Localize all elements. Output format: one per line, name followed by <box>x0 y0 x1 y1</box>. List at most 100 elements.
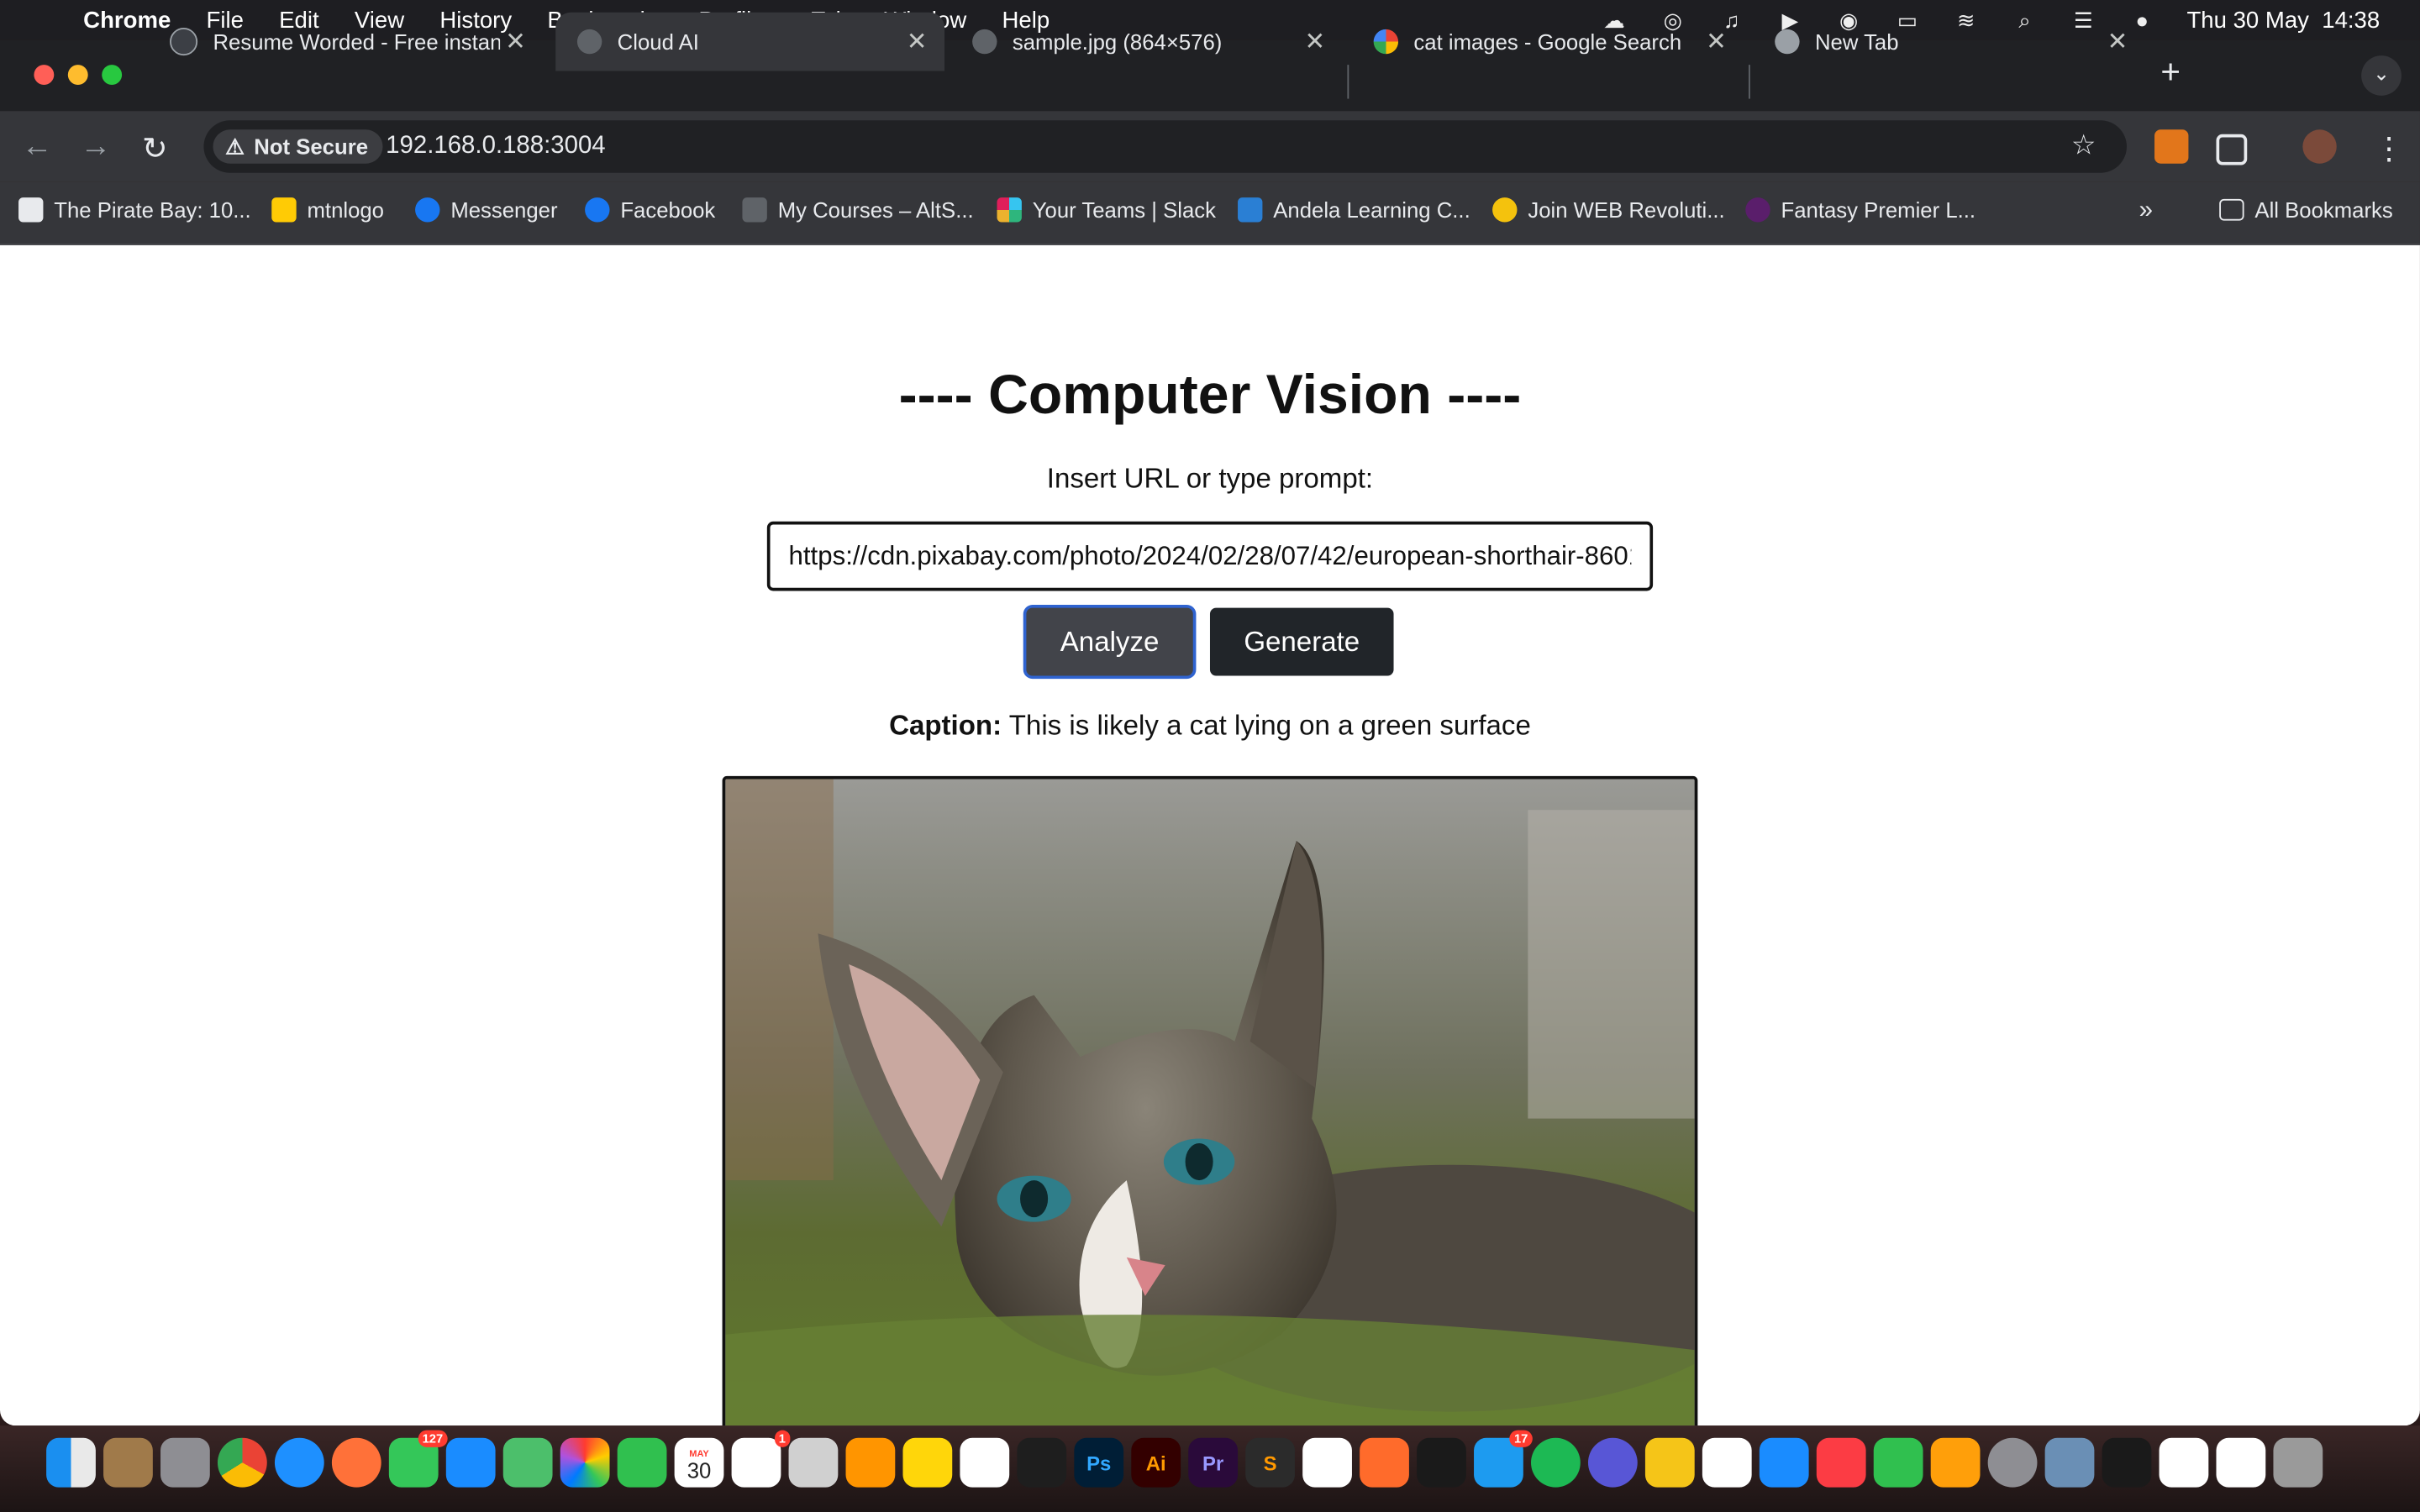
bookmark-label: Fantasy Premier L... <box>1781 197 1976 223</box>
pencil-app-icon[interactable] <box>1360 1437 1409 1488</box>
messages-icon[interactable]: 127 <box>388 1430 448 1488</box>
page-title: ---- Computer Vision ---- <box>898 362 1522 426</box>
contacts-icon[interactable] <box>103 1437 153 1488</box>
tab-resume-worded[interactable]: Resume Worded - Free instan ✕ <box>148 13 543 71</box>
back-arrow-icon[interactable]: ← <box>22 129 53 165</box>
bookmark-slack[interactable]: Your Teams | Slack <box>997 197 1216 223</box>
chrome-icon[interactable] <box>217 1437 267 1488</box>
freeform-icon[interactable] <box>960 1437 1010 1488</box>
new-tab-plus-icon[interactable]: + <box>2160 52 2181 92</box>
facebook-icon <box>585 197 610 223</box>
sublime-text-icon[interactable]: S <box>1245 1437 1295 1488</box>
extensions-puzzle-icon[interactable] <box>2216 134 2248 165</box>
premiere-icon[interactable]: Pr <box>1188 1437 1239 1488</box>
bookmark-pirate-bay[interactable]: The Pirate Bay: 10... <box>18 197 251 223</box>
calendar-day: 30 <box>687 1457 712 1483</box>
music-icon[interactable] <box>1816 1437 1866 1488</box>
generate-button[interactable]: Generate <box>1209 607 1394 676</box>
calculator-icon[interactable] <box>788 1437 839 1488</box>
metamask-extension-icon[interactable] <box>2154 129 2189 164</box>
forward-arrow-icon[interactable]: → <box>81 129 112 165</box>
premier-league-icon <box>1745 197 1770 223</box>
reload-icon[interactable]: ↻ <box>142 129 168 168</box>
all-bookmarks-button[interactable]: All Bookmarks <box>2219 197 2393 222</box>
davinci-resolve-icon[interactable] <box>1587 1437 1638 1488</box>
url-text[interactable]: 192.168.0.188:3004 <box>386 133 605 160</box>
slack-dock-icon[interactable] <box>1702 1437 1752 1488</box>
tab-separator <box>1347 65 1349 99</box>
url-prompt-input[interactable] <box>766 521 1654 591</box>
close-tab-icon[interactable]: ✕ <box>2102 26 2133 57</box>
caption-label: Caption: <box>889 709 1002 741</box>
close-tab-icon[interactable]: ✕ <box>1300 26 1331 57</box>
menu-clock[interactable]: Thu 30 May 14:38 <box>2186 7 2380 33</box>
vscode-icon-2[interactable] <box>2159 1437 2209 1488</box>
close-window-button[interactable] <box>34 65 55 86</box>
bookmark-star-icon[interactable]: ☆ <box>2071 129 2096 162</box>
slack-icon <box>997 197 1022 223</box>
terminal-icon[interactable] <box>2102 1437 2152 1488</box>
tab-new-tab[interactable]: New Tab ✕ <box>1753 13 2145 71</box>
system-settings-icon[interactable] <box>1987 1437 2038 1488</box>
launchpad-icon[interactable] <box>160 1437 210 1488</box>
more-bookmarks-chevron-icon[interactable]: » <box>2139 197 2153 225</box>
altschool-icon <box>742 197 767 223</box>
maps-icon[interactable] <box>502 1437 553 1488</box>
tab-cloud-ai[interactable]: Cloud AI ✕ <box>555 12 945 71</box>
safari-icon[interactable] <box>274 1437 324 1488</box>
bookmark-altschool[interactable]: My Courses – AltS... <box>742 197 974 223</box>
notes-icon[interactable] <box>902 1437 953 1488</box>
finder-icon[interactable] <box>46 1437 96 1488</box>
twitter-badge: 17 <box>1509 1430 1533 1447</box>
mail-icon[interactable] <box>445 1437 496 1488</box>
bookmark-andela[interactable]: Andela Learning C... <box>1238 197 1470 223</box>
calendar-icon[interactable]: MAY 30 <box>674 1437 724 1488</box>
tab-title: sample.jpg (864×576) <box>1012 29 1223 55</box>
bookmark-facebook[interactable]: Facebook <box>585 197 715 223</box>
web-page: ---- Computer Vision ---- Insert URL or … <box>0 245 2420 1426</box>
mtn-icon <box>271 197 297 223</box>
bookmark-web-revolution[interactable]: Join WEB Revoluti... <box>1492 197 1725 223</box>
profile-avatar[interactable] <box>2302 129 2337 164</box>
close-tab-icon[interactable]: ✕ <box>902 26 933 57</box>
trash-icon[interactable] <box>2273 1437 2323 1488</box>
binance-icon[interactable] <box>1417 1437 1466 1488</box>
messages-badge: 127 <box>418 1430 448 1447</box>
app-store-icon[interactable] <box>1759 1437 1809 1488</box>
chrome-menu-icon[interactable]: ⋮ <box>2374 129 2405 168</box>
close-tab-icon[interactable]: ✕ <box>1701 26 1732 57</box>
vscode-icon[interactable] <box>1302 1437 1352 1488</box>
figma-icon[interactable] <box>1017 1437 1067 1488</box>
preview-icon[interactable] <box>2044 1437 2095 1488</box>
chrome-favicon-icon <box>1775 29 1800 55</box>
analyze-button[interactable]: Analyze <box>1026 607 1193 676</box>
resume-worded-favicon-icon <box>170 28 198 56</box>
photos-icon[interactable] <box>560 1437 610 1488</box>
butterfly-app-icon[interactable] <box>1644 1437 1695 1488</box>
twitter-icon[interactable]: 17 <box>1474 1430 1533 1488</box>
bookmark-fantasy-premier[interactable]: Fantasy Premier L... <box>1745 197 1976 223</box>
caption-text: Caption: This is likely a cat lying on a… <box>0 710 2420 743</box>
illustrator-icon[interactable]: Ai <box>1131 1437 1181 1488</box>
tab-google-search[interactable]: cat images - Google Search ✕ <box>1352 13 1744 71</box>
globe-favicon-icon <box>576 29 602 55</box>
google-favicon-icon <box>1373 29 1399 55</box>
close-tab-icon[interactable]: ✕ <box>500 26 531 57</box>
photoshop-icon[interactable]: Ps <box>1074 1437 1124 1488</box>
pages-icon[interactable] <box>1930 1437 1981 1488</box>
tab-search-chevron-icon[interactable]: ⌄ <box>2361 55 2402 96</box>
spotify-icon[interactable] <box>1531 1437 1581 1488</box>
vscode-icon-3[interactable] <box>2216 1437 2266 1488</box>
books-icon[interactable] <box>845 1437 896 1488</box>
bookmark-mtnlogo[interactable]: mtnlogo <box>271 197 384 223</box>
security-chip[interactable]: ⚠ Not Secure <box>213 129 384 164</box>
numbers-icon[interactable] <box>1873 1437 1923 1488</box>
facetime-icon[interactable] <box>617 1437 667 1488</box>
bookmark-messenger[interactable]: Messenger <box>415 197 558 223</box>
reminders-icon[interactable]: 1 <box>731 1430 791 1488</box>
firefox-icon[interactable] <box>331 1437 381 1488</box>
caption-value: This is likely a cat lying on a green su… <box>1008 709 1531 741</box>
tab-sample-jpg[interactable]: sample.jpg (864×576) ✕ <box>950 13 1343 71</box>
minimize-window-button[interactable] <box>67 65 88 86</box>
zoom-window-button[interactable] <box>102 65 123 86</box>
